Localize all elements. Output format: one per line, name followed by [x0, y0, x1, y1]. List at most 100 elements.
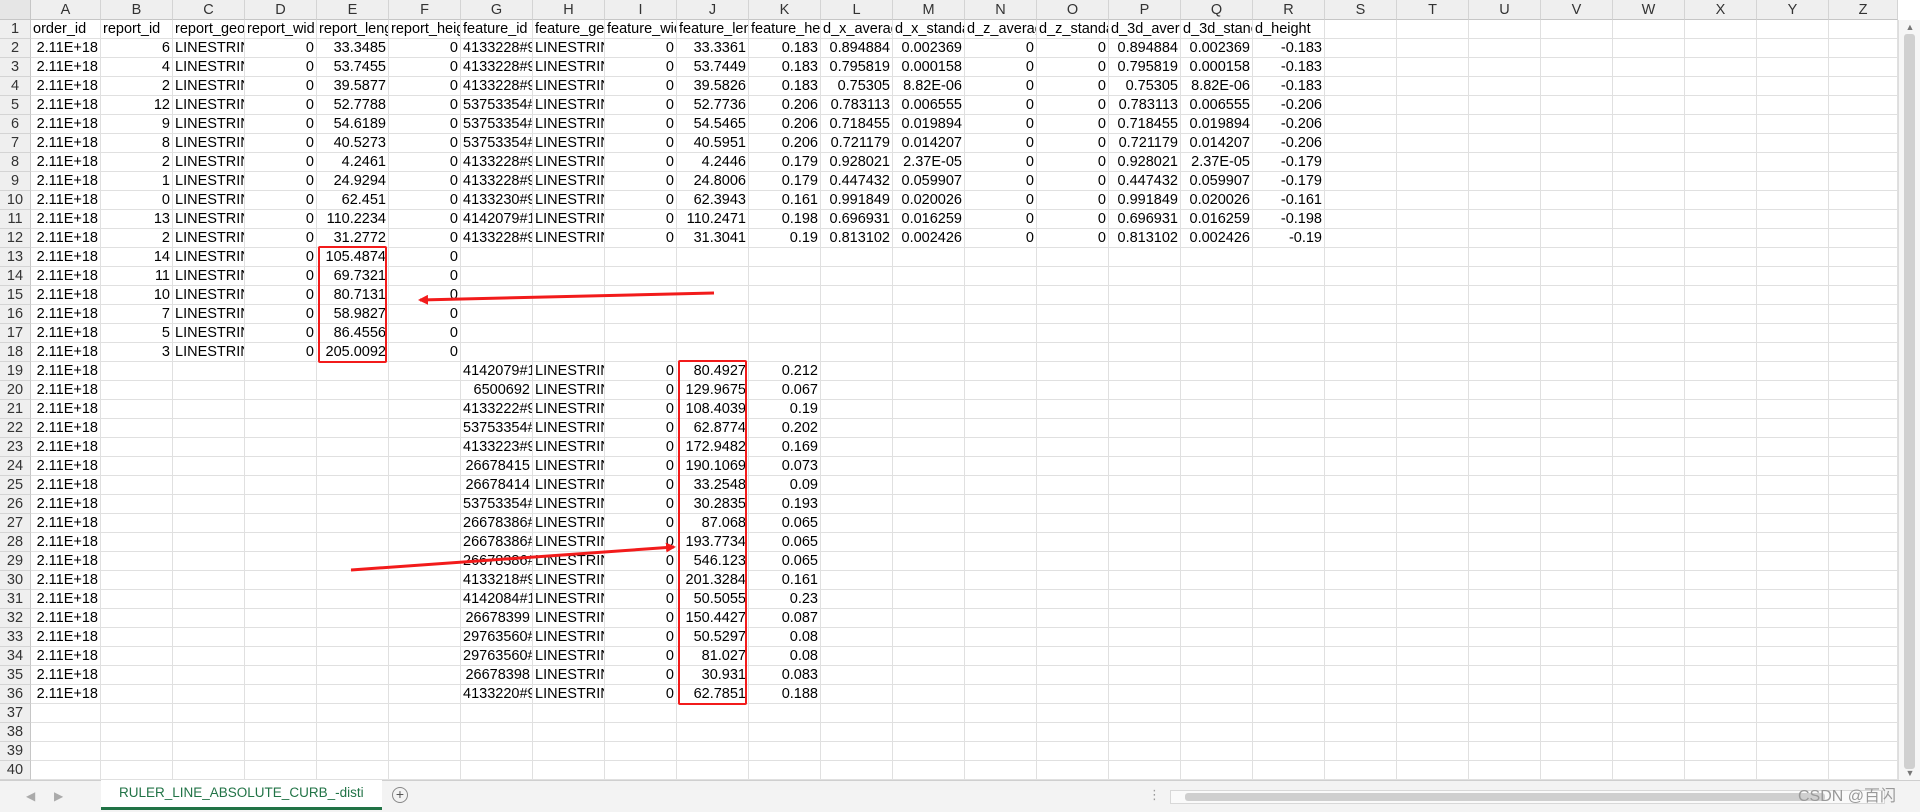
cell-N36[interactable] — [965, 685, 1037, 704]
cell-H35[interactable]: LINESTRIN — [533, 666, 605, 685]
cell-X34[interactable] — [1685, 647, 1757, 666]
cell-Z17[interactable] — [1829, 324, 1898, 343]
cell-W26[interactable] — [1613, 495, 1685, 514]
cell-F38[interactable] — [389, 723, 461, 742]
cell-K10[interactable]: 0.161 — [749, 191, 821, 210]
cell-U26[interactable] — [1469, 495, 1541, 514]
cell-L11[interactable]: 0.696931 — [821, 210, 893, 229]
cell-B4[interactable]: 2 — [101, 77, 173, 96]
row-header-27[interactable]: 27 — [0, 514, 31, 533]
cell-U13[interactable] — [1469, 248, 1541, 267]
cell-Z21[interactable] — [1829, 400, 1898, 419]
cell-N29[interactable] — [965, 552, 1037, 571]
cell-P2[interactable]: 0.894884 — [1109, 39, 1181, 58]
cell-B18[interactable]: 3 — [101, 343, 173, 362]
cell-T1[interactable] — [1397, 20, 1469, 39]
cell-M37[interactable] — [893, 704, 965, 723]
cell-F20[interactable] — [389, 381, 461, 400]
cell-S1[interactable] — [1325, 20, 1397, 39]
cell-M30[interactable] — [893, 571, 965, 590]
cell-A4[interactable]: 2.11E+18 — [31, 77, 101, 96]
cell-F12[interactable]: 0 — [389, 229, 461, 248]
cell-A37[interactable] — [31, 704, 101, 723]
cell-J4[interactable]: 39.5826 — [677, 77, 749, 96]
horizontal-scrollbar[interactable] — [1170, 790, 1885, 804]
cell-P36[interactable] — [1109, 685, 1181, 704]
cell-L2[interactable]: 0.894884 — [821, 39, 893, 58]
cell-V18[interactable] — [1541, 343, 1613, 362]
cell-L17[interactable] — [821, 324, 893, 343]
cell-M6[interactable]: 0.019894 — [893, 115, 965, 134]
cell-K22[interactable]: 0.202 — [749, 419, 821, 438]
cell-R15[interactable] — [1253, 286, 1325, 305]
cell-Z27[interactable] — [1829, 514, 1898, 533]
cell-E23[interactable] — [317, 438, 389, 457]
cell-E35[interactable] — [317, 666, 389, 685]
cell-B37[interactable] — [101, 704, 173, 723]
cell-C17[interactable]: LINESTRIN — [173, 324, 245, 343]
cell-A23[interactable]: 2.11E+18 — [31, 438, 101, 457]
cell-S20[interactable] — [1325, 381, 1397, 400]
cell-Z6[interactable] — [1829, 115, 1898, 134]
cell-Y24[interactable] — [1757, 457, 1829, 476]
cell-S31[interactable] — [1325, 590, 1397, 609]
column-header-U[interactable]: U — [1469, 0, 1541, 20]
cell-X19[interactable] — [1685, 362, 1757, 381]
cell-B10[interactable]: 0 — [101, 191, 173, 210]
cell-P9[interactable]: 0.447432 — [1109, 172, 1181, 191]
row-header-2[interactable]: 2 — [0, 39, 31, 58]
cell-C8[interactable]: LINESTRIN — [173, 153, 245, 172]
cell-E37[interactable] — [317, 704, 389, 723]
cell-R28[interactable] — [1253, 533, 1325, 552]
cell-M24[interactable] — [893, 457, 965, 476]
cell-H39[interactable] — [533, 742, 605, 761]
column-header-C[interactable]: C — [173, 0, 245, 20]
cell-D14[interactable]: 0 — [245, 267, 317, 286]
cell-A26[interactable]: 2.11E+18 — [31, 495, 101, 514]
column-header-K[interactable]: K — [749, 0, 821, 20]
cell-E7[interactable]: 40.5273 — [317, 134, 389, 153]
column-header-Q[interactable]: Q — [1181, 0, 1253, 20]
cell-B3[interactable]: 4 — [101, 58, 173, 77]
cell-Z23[interactable] — [1829, 438, 1898, 457]
cell-I35[interactable]: 0 — [605, 666, 677, 685]
cell-A3[interactable]: 2.11E+18 — [31, 58, 101, 77]
cell-M3[interactable]: 0.000158 — [893, 58, 965, 77]
cell-K6[interactable]: 0.206 — [749, 115, 821, 134]
cell-M2[interactable]: 0.002369 — [893, 39, 965, 58]
cell-H9[interactable]: LINESTRIN — [533, 172, 605, 191]
cell-Y30[interactable] — [1757, 571, 1829, 590]
cell-W23[interactable] — [1613, 438, 1685, 457]
cell-U9[interactable] — [1469, 172, 1541, 191]
cell-G6[interactable]: 53753354# — [461, 115, 533, 134]
cell-F4[interactable]: 0 — [389, 77, 461, 96]
cell-T5[interactable] — [1397, 96, 1469, 115]
cell-W40[interactable] — [1613, 761, 1685, 780]
horizontal-scroll-thumb[interactable] — [1185, 793, 1825, 801]
cell-V10[interactable] — [1541, 191, 1613, 210]
cell-V29[interactable] — [1541, 552, 1613, 571]
row-header-31[interactable]: 31 — [0, 590, 31, 609]
cell-Z15[interactable] — [1829, 286, 1898, 305]
column-header-N[interactable]: N — [965, 0, 1037, 20]
cell-V30[interactable] — [1541, 571, 1613, 590]
cell-T22[interactable] — [1397, 419, 1469, 438]
column-header-A[interactable]: A — [31, 0, 101, 20]
cell-O27[interactable] — [1037, 514, 1109, 533]
cell-A6[interactable]: 2.11E+18 — [31, 115, 101, 134]
cell-B35[interactable] — [101, 666, 173, 685]
cell-F18[interactable]: 0 — [389, 343, 461, 362]
cell-N1[interactable]: d_z_averag — [965, 20, 1037, 39]
cell-G19[interactable]: 4142079#1 — [461, 362, 533, 381]
cell-Y11[interactable] — [1757, 210, 1829, 229]
cell-Z30[interactable] — [1829, 571, 1898, 590]
cell-T31[interactable] — [1397, 590, 1469, 609]
cell-I30[interactable]: 0 — [605, 571, 677, 590]
cell-G9[interactable]: 4133228#9 — [461, 172, 533, 191]
cell-R26[interactable] — [1253, 495, 1325, 514]
cell-I22[interactable]: 0 — [605, 419, 677, 438]
cell-Z36[interactable] — [1829, 685, 1898, 704]
cell-A19[interactable]: 2.11E+18 — [31, 362, 101, 381]
cell-T27[interactable] — [1397, 514, 1469, 533]
cell-K26[interactable]: 0.193 — [749, 495, 821, 514]
